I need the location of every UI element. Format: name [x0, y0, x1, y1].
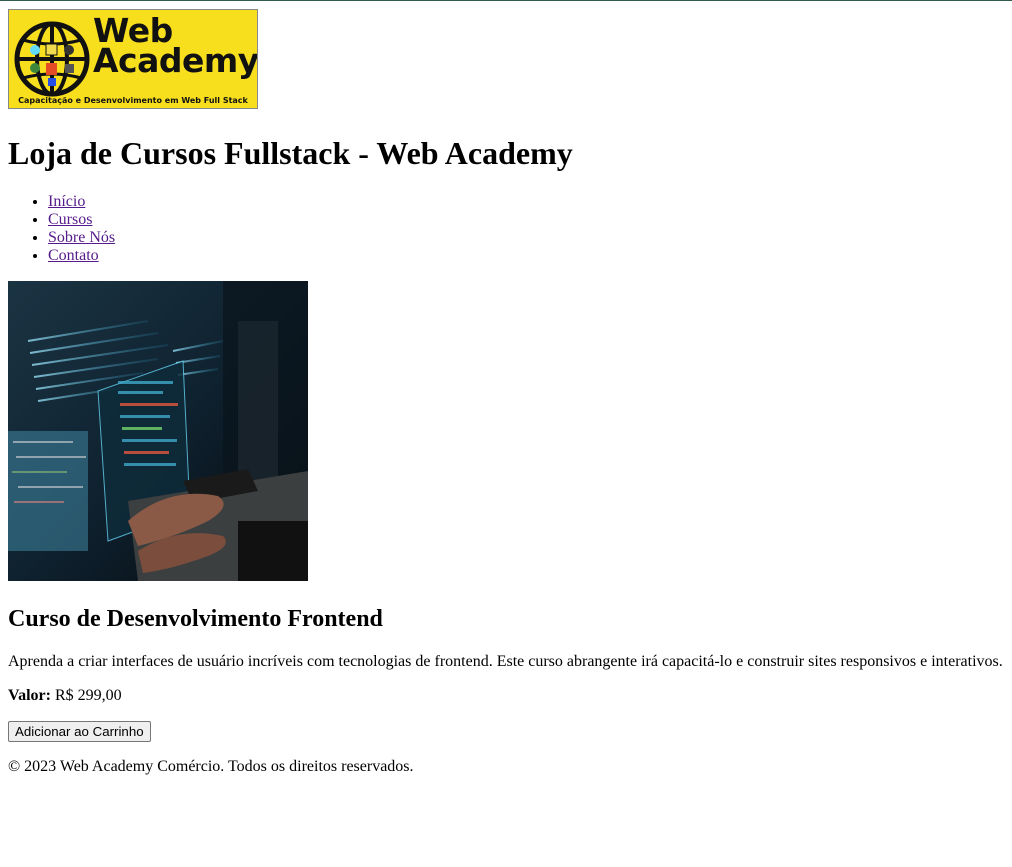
product-price: Valor: R$ 299,00 [8, 687, 1004, 705]
product-title: Curso de Desenvolvimento Frontend [8, 606, 383, 632]
globe-icon [14, 21, 90, 97]
site-footer: © 2023 Web Academy Comércio. Todos os di… [8, 758, 1004, 776]
nav-link-inicio[interactable]: Início [48, 193, 85, 210]
course-image [8, 281, 308, 581]
price-value: R$ 299,00 [50, 687, 122, 704]
copyright-text: © 2023 Web Academy Comércio. Todos os di… [8, 758, 414, 775]
nav-link-cursos[interactable]: Cursos [48, 211, 92, 228]
logo-line-2: Academy [93, 41, 258, 80]
nav-item-inicio: Início [48, 193, 1004, 211]
nav-link-sobre-nos[interactable]: Sobre Nós [48, 229, 115, 246]
nav-item-sobre: Sobre Nós [48, 229, 1004, 247]
product-section: Curso de Desenvolvimento Frontend Aprend… [8, 281, 1004, 742]
web-academy-logo: Web Academy Capacitação e Desenvolviment… [8, 9, 258, 109]
main-nav: Início Cursos Sobre Nós Contato [8, 193, 1004, 265]
price-label: Valor: [8, 687, 51, 704]
logo-tagline: Capacitação e Desenvolvimento em Web Ful… [18, 96, 248, 105]
nav-link-contato[interactable]: Contato [48, 247, 99, 264]
page-title: Loja de Cursos Fullstack - Web Academy [8, 135, 573, 171]
add-to-cart-button[interactable]: Adicionar ao Carrinho [8, 721, 151, 742]
site-header: Web Academy Capacitação e Desenvolviment… [8, 9, 1004, 265]
nav-list: Início Cursos Sobre Nós Contato [8, 193, 1004, 265]
nav-item-cursos: Cursos [48, 211, 1004, 229]
logo-wordmark: Web Academy [93, 14, 258, 80]
product-description: Aprenda a criar interfaces de usuário in… [8, 653, 1003, 670]
page: Web Academy Capacitação e Desenvolviment… [0, 1, 1012, 776]
nav-item-contato: Contato [48, 247, 1004, 265]
